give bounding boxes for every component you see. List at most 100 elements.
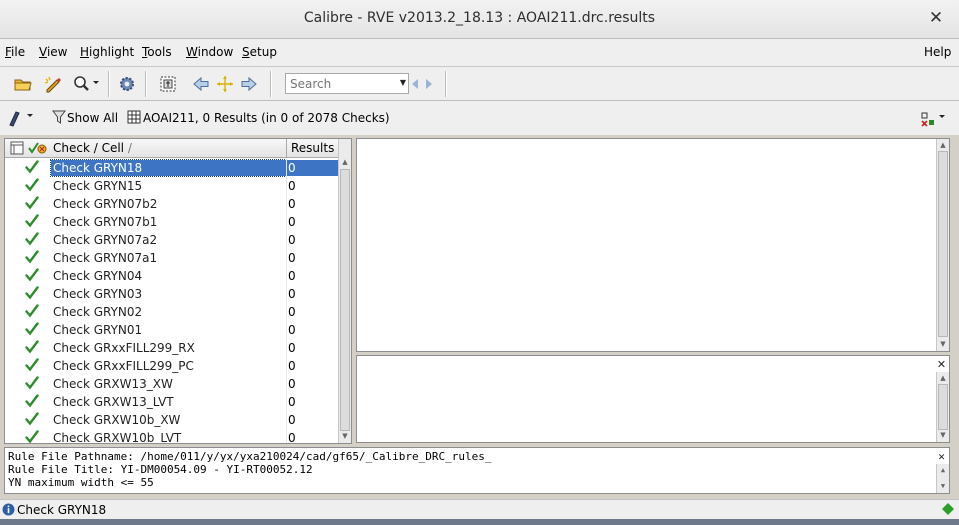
check-results-count: 0 xyxy=(288,269,296,283)
scroll-down-arrow-icon[interactable]: ▼ xyxy=(340,431,350,441)
menu-tools[interactable]: Tools xyxy=(142,45,172,59)
check-name: Check GRXW13_XW xyxy=(53,377,173,391)
desktop-strip xyxy=(0,519,959,525)
check-status-header-icon[interactable] xyxy=(28,141,50,158)
highlight-pen-icon[interactable] xyxy=(41,72,65,96)
column-divider[interactable] xyxy=(286,139,287,158)
scrollbar-thumb[interactable] xyxy=(938,151,948,337)
check-passed-icon xyxy=(25,178,39,192)
check-passed-icon xyxy=(25,304,39,318)
settings-gear-icon[interactable] xyxy=(115,72,139,96)
check-results-count: 0 xyxy=(287,160,339,176)
check-results-count: 0 xyxy=(288,233,296,247)
search-dropdown-arrow-icon[interactable]: ▼ xyxy=(400,78,406,87)
details-vertical-scrollbar[interactable]: ▲ ▼ xyxy=(936,372,949,442)
pen-dropdown-icon[interactable] xyxy=(5,106,35,130)
check-results-count: 0 xyxy=(288,431,296,443)
scroll-down-arrow-icon[interactable]: ▼ xyxy=(938,339,948,349)
layout-options-icon[interactable] xyxy=(918,108,948,132)
check-row[interactable]: Check GRYN07a2 0 xyxy=(5,231,339,249)
toolbar-separator xyxy=(145,71,147,97)
toolbar-separator xyxy=(108,71,110,97)
check-results-count: 0 xyxy=(288,395,296,409)
info-close-button[interactable]: ✕ xyxy=(935,450,948,463)
scroll-up-arrow-icon[interactable]: ▲ xyxy=(938,373,948,383)
select-region-icon[interactable] xyxy=(156,72,180,96)
check-results-count: 0 xyxy=(288,305,296,319)
check-passed-icon xyxy=(25,358,39,372)
check-passed-icon xyxy=(25,160,39,174)
tree-vertical-scrollbar[interactable]: ▲ ▼ xyxy=(338,139,351,443)
menu-setup[interactable]: Setup xyxy=(242,45,277,59)
search-box: ▼ xyxy=(285,73,409,94)
check-row[interactable]: Check GRYN07b1 0 xyxy=(5,213,339,231)
check-name: Check GRYN07a1 xyxy=(53,251,158,265)
menu-view[interactable]: View xyxy=(39,45,67,59)
scrollbar-thumb[interactable] xyxy=(938,384,948,430)
status-bar: Check GRYN18 xyxy=(0,499,959,519)
check-results-count: 0 xyxy=(288,197,296,211)
scroll-down-arrow-icon[interactable]: ▼ xyxy=(938,430,948,440)
details-close-button[interactable]: ✕ xyxy=(935,358,948,371)
check-results-count: 0 xyxy=(288,215,296,229)
zoom-dropdown-icon[interactable] xyxy=(70,72,102,96)
column-header-results[interactable]: Results xyxy=(291,141,334,155)
check-row[interactable]: Check GRXW10b_LVT 0 xyxy=(5,429,339,443)
check-results-count: 0 xyxy=(288,413,296,427)
center-crosshair-icon[interactable] xyxy=(213,72,237,96)
scroll-up-arrow-icon[interactable]: ▲ xyxy=(340,157,350,167)
menu-window[interactable]: Window xyxy=(186,45,233,59)
window-title: Calibre - RVE v2013.2_18.13 : AOAI211.dr… xyxy=(303,10,656,26)
previous-arrow-icon[interactable] xyxy=(189,72,213,96)
details-panel: ✕ ▲ ▼ xyxy=(356,355,950,443)
check-name: Check GRXW10b_LVT xyxy=(53,431,182,443)
search-input[interactable] xyxy=(286,74,396,93)
check-row[interactable]: Check GRYN03 0 xyxy=(5,285,339,303)
next-arrow-icon[interactable] xyxy=(237,72,261,96)
scroll-up-arrow-icon[interactable]: ▲ xyxy=(938,465,948,475)
check-row[interactable]: Check GRYN04 0 xyxy=(5,267,339,285)
check-passed-icon xyxy=(25,376,39,390)
menu-file[interactable]: File xyxy=(5,45,25,59)
scroll-down-arrow-icon[interactable]: ▼ xyxy=(938,481,948,491)
check-row[interactable]: Check GRxxFILL299_PC 0 xyxy=(5,357,339,375)
check-row[interactable]: Check GRxxFILL299_RX 0 xyxy=(5,339,339,357)
check-name: Check GRxxFILL299_RX xyxy=(53,341,195,355)
status-ok-icon xyxy=(942,503,954,518)
search-previous-icon[interactable] xyxy=(409,72,421,96)
check-passed-icon xyxy=(25,322,39,336)
check-passed-icon xyxy=(25,412,39,426)
check-results-count: 0 xyxy=(288,377,296,391)
menu-help[interactable]: Help xyxy=(924,45,951,59)
check-name: Check GRYN15 xyxy=(53,179,143,193)
main-toolbar: ▼ xyxy=(0,67,959,101)
scroll-up-arrow-icon[interactable]: ▲ xyxy=(938,140,948,150)
menu-highlight[interactable]: Highlight xyxy=(80,45,134,59)
scrollbar-thumb[interactable] xyxy=(340,169,350,431)
check-row[interactable]: Check GRXW13_XW 0 xyxy=(5,375,339,393)
show-all-button[interactable]: Show All xyxy=(67,111,118,125)
filter-icon[interactable] xyxy=(52,109,66,128)
database-icon xyxy=(127,110,141,127)
check-name: Check GRXW10b_XW xyxy=(53,413,181,427)
check-row[interactable]: Check GRYN01 0 xyxy=(5,321,339,339)
check-name: Check GRYN07b1 xyxy=(53,215,158,229)
check-row[interactable]: Check GRXW10b_XW 0 xyxy=(5,411,339,429)
info-vertical-scrollbar[interactable]: ▲ ▼ xyxy=(936,464,949,493)
check-row[interactable]: Check GRYN02 0 xyxy=(5,303,339,321)
check-row[interactable]: Check GRYN07b2 0 xyxy=(5,195,339,213)
toolbar-separator xyxy=(270,71,272,97)
results-viewer-panel: ▲ ▼ xyxy=(356,138,950,352)
check-row[interactable]: Check GRYN07a1 0 xyxy=(5,249,339,267)
search-next-icon[interactable] xyxy=(423,72,435,96)
check-row[interactable]: Check GRYN18 0 xyxy=(5,159,339,177)
check-row[interactable]: Check GRYN15 0 xyxy=(5,177,339,195)
check-row[interactable]: Check GRXW13_LVT 0 xyxy=(5,393,339,411)
viewer-vertical-scrollbar[interactable]: ▲ ▼ xyxy=(936,139,949,351)
status-text: Check GRYN18 xyxy=(17,503,107,517)
columns-icon[interactable] xyxy=(10,141,24,158)
window-close-button[interactable]: ✕ xyxy=(928,9,944,27)
column-header-check-cell[interactable]: Check / Cell / xyxy=(53,141,132,155)
check-results-count: 0 xyxy=(288,179,296,193)
open-folder-icon[interactable] xyxy=(11,72,35,96)
